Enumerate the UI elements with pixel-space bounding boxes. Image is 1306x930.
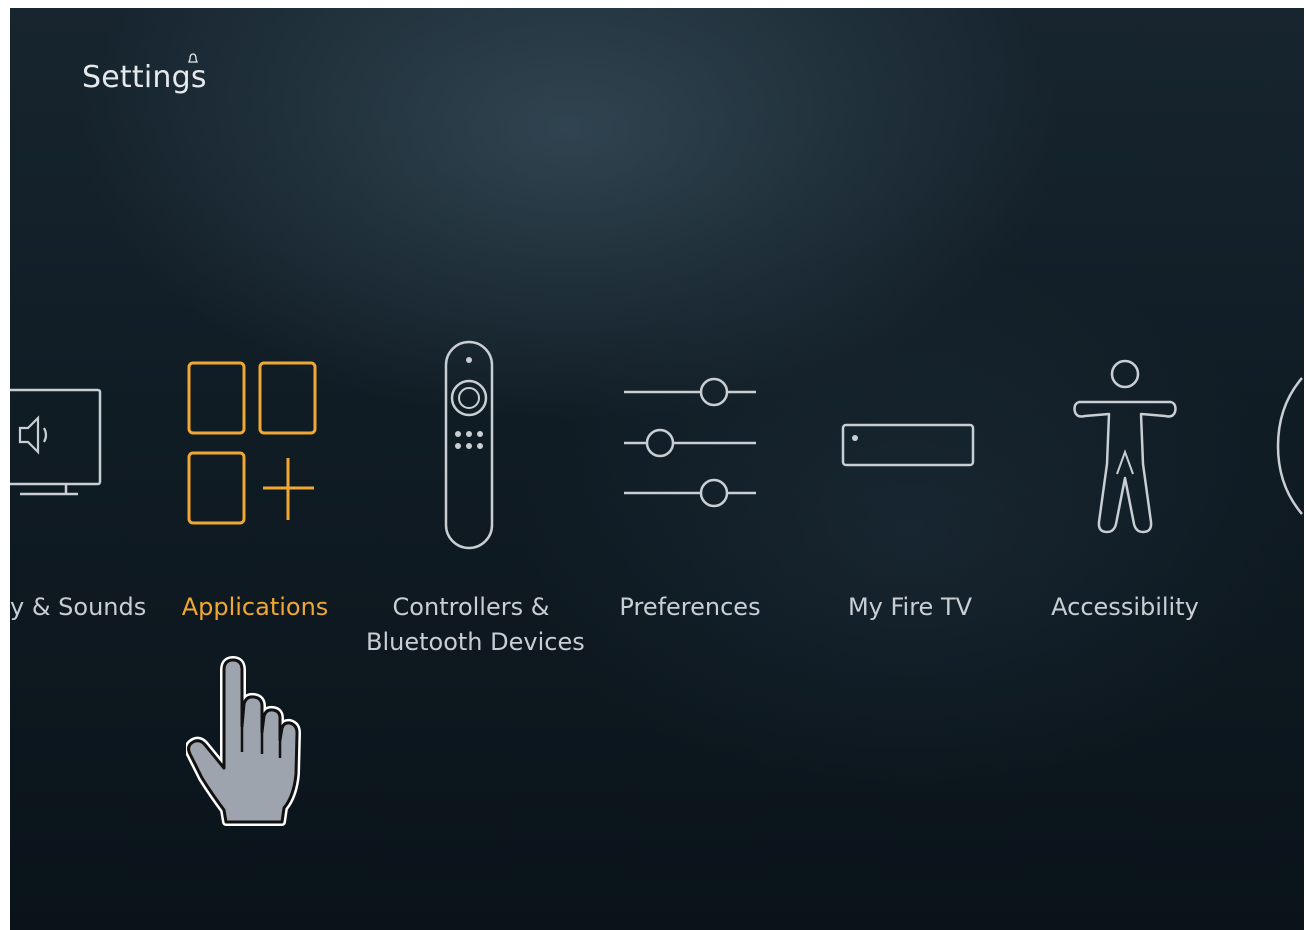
fire-tv-device-icon <box>841 423 975 467</box>
menu-item-controllers-bluetooth[interactable]: Controllers & Bluetooth Devices <box>366 328 585 688</box>
menu-item-display-sounds[interactable]: y & Sounds <box>10 328 150 668</box>
menu-item-label: My Fire TV <box>847 593 973 621</box>
sliders-icon <box>624 377 756 508</box>
applications-icon <box>187 361 317 525</box>
menu-item-accessibility[interactable]: Accessibility <box>1045 328 1205 668</box>
notification-bell-icon <box>188 53 198 63</box>
hand-pointer-icon <box>186 656 301 826</box>
settings-screen: Settings y & Sounds Applications Control… <box>10 8 1304 930</box>
menu-item-my-fire-tv[interactable]: My Fire TV <box>830 328 990 668</box>
menu-item-label: Preferences <box>619 593 761 621</box>
menu-item-label: y & Sounds <box>10 593 147 621</box>
menu-item-label: Applications <box>181 593 329 621</box>
accessibility-icon <box>1073 359 1177 534</box>
display-sounds-icon <box>10 388 102 496</box>
remote-control-icon <box>444 340 494 550</box>
menu-item-label-line2: Bluetooth Devices <box>366 628 585 656</box>
next-item-icon <box>1276 377 1303 515</box>
menu-item-preferences[interactable]: Preferences <box>610 328 770 668</box>
menu-item-label: Accessibility <box>1051 593 1199 621</box>
menu-item-applications[interactable]: Applications <box>170 328 340 668</box>
menu-item-label-line1: Controllers & <box>392 593 550 621</box>
